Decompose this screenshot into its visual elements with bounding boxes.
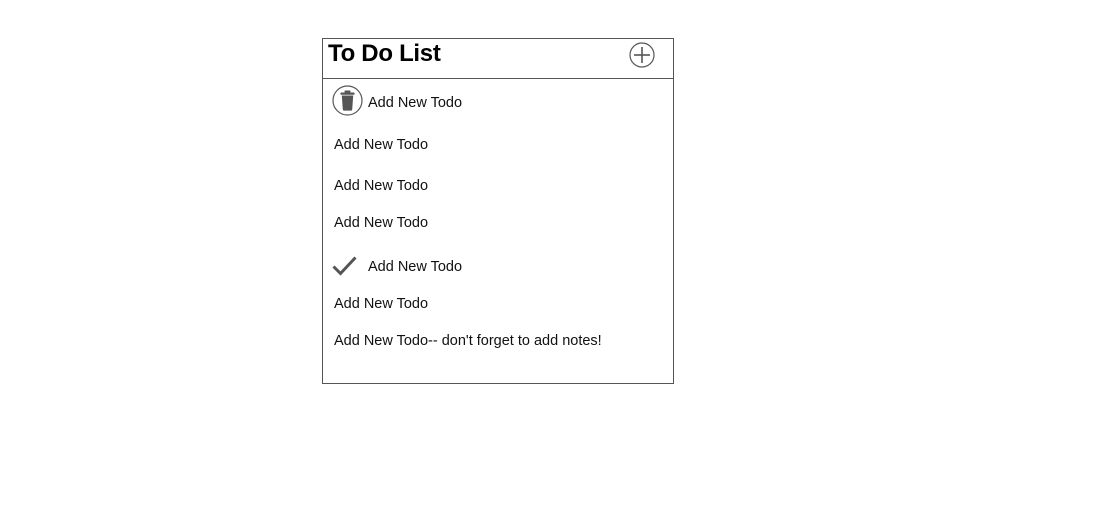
todo-item-label: Add New Todo-- don't forget to add notes… bbox=[334, 333, 602, 349]
complete-todo-button[interactable] bbox=[332, 255, 358, 281]
add-todo-button[interactable] bbox=[629, 42, 655, 68]
checkmark-icon bbox=[332, 256, 357, 276]
trash-icon bbox=[332, 85, 363, 116]
todo-item-label: Add New Todo bbox=[334, 137, 429, 153]
page-title: To Do List bbox=[328, 40, 441, 67]
todo-item-label: Add New Todo bbox=[334, 178, 429, 194]
todo-item-label: Add New Todo bbox=[368, 259, 463, 275]
delete-todo-button[interactable] bbox=[332, 85, 363, 120]
todo-item-label: Add New Todo bbox=[368, 95, 463, 111]
todo-item-label: Add New Todo bbox=[334, 215, 429, 231]
todo-list-card: To Do List Add New Todo Add New Todo Add… bbox=[322, 38, 674, 384]
plus-circle-icon bbox=[629, 42, 655, 68]
todo-item-label: Add New Todo bbox=[334, 296, 429, 312]
todo-header: To Do List bbox=[323, 39, 673, 79]
